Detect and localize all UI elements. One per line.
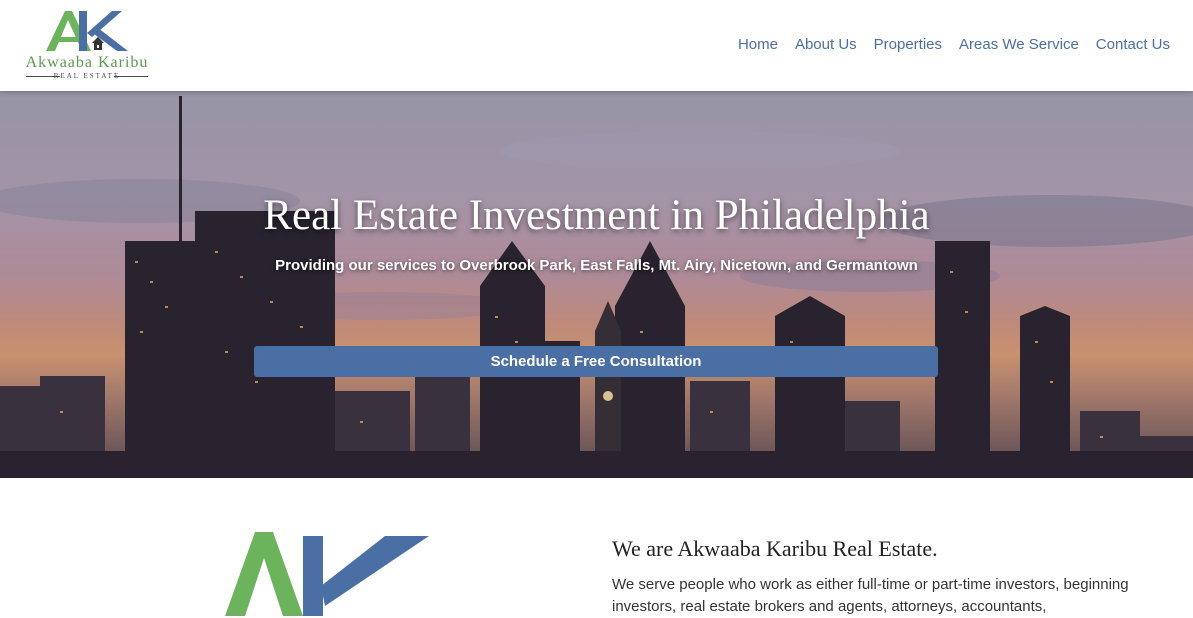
site-header: Akwaaba Karibu REAL ESTATE Home About Us… — [0, 0, 1193, 91]
about-title: We are Akwaaba Karibu Real Estate. — [612, 536, 938, 561]
main-nav: Home About Us Properties Areas We Servic… — [738, 36, 1170, 53]
nav-properties[interactable]: Properties — [874, 36, 942, 53]
nav-home[interactable]: Home — [738, 36, 778, 53]
brand-name: Akwaaba Karibu — [25, 54, 149, 71]
about-description: We serve people who work as either full-… — [612, 576, 1129, 615]
ak-large-logo-icon — [225, 532, 429, 616]
nav-about-us[interactable]: About Us — [795, 36, 857, 53]
ak-monogram-icon — [46, 11, 128, 51]
brand-logo[interactable]: Akwaaba Karibu REAL ESTATE — [17, 9, 157, 80]
schedule-consultation-button[interactable]: Schedule a Free Consultation — [254, 346, 938, 377]
hero-overlay — [0, 91, 1193, 478]
hero-title: Real Estate Investment in Philadelphia — [263, 192, 930, 239]
nav-areas-we-service[interactable]: Areas We Service — [959, 36, 1079, 53]
logo-divider-right — [114, 76, 148, 77]
hero-banner: Real Estate Investment in Philadelphia P… — [0, 91, 1193, 478]
hero-subtitle: Providing our services to Overbrook Park… — [275, 257, 918, 274]
nav-contact-us[interactable]: Contact Us — [1096, 36, 1170, 53]
